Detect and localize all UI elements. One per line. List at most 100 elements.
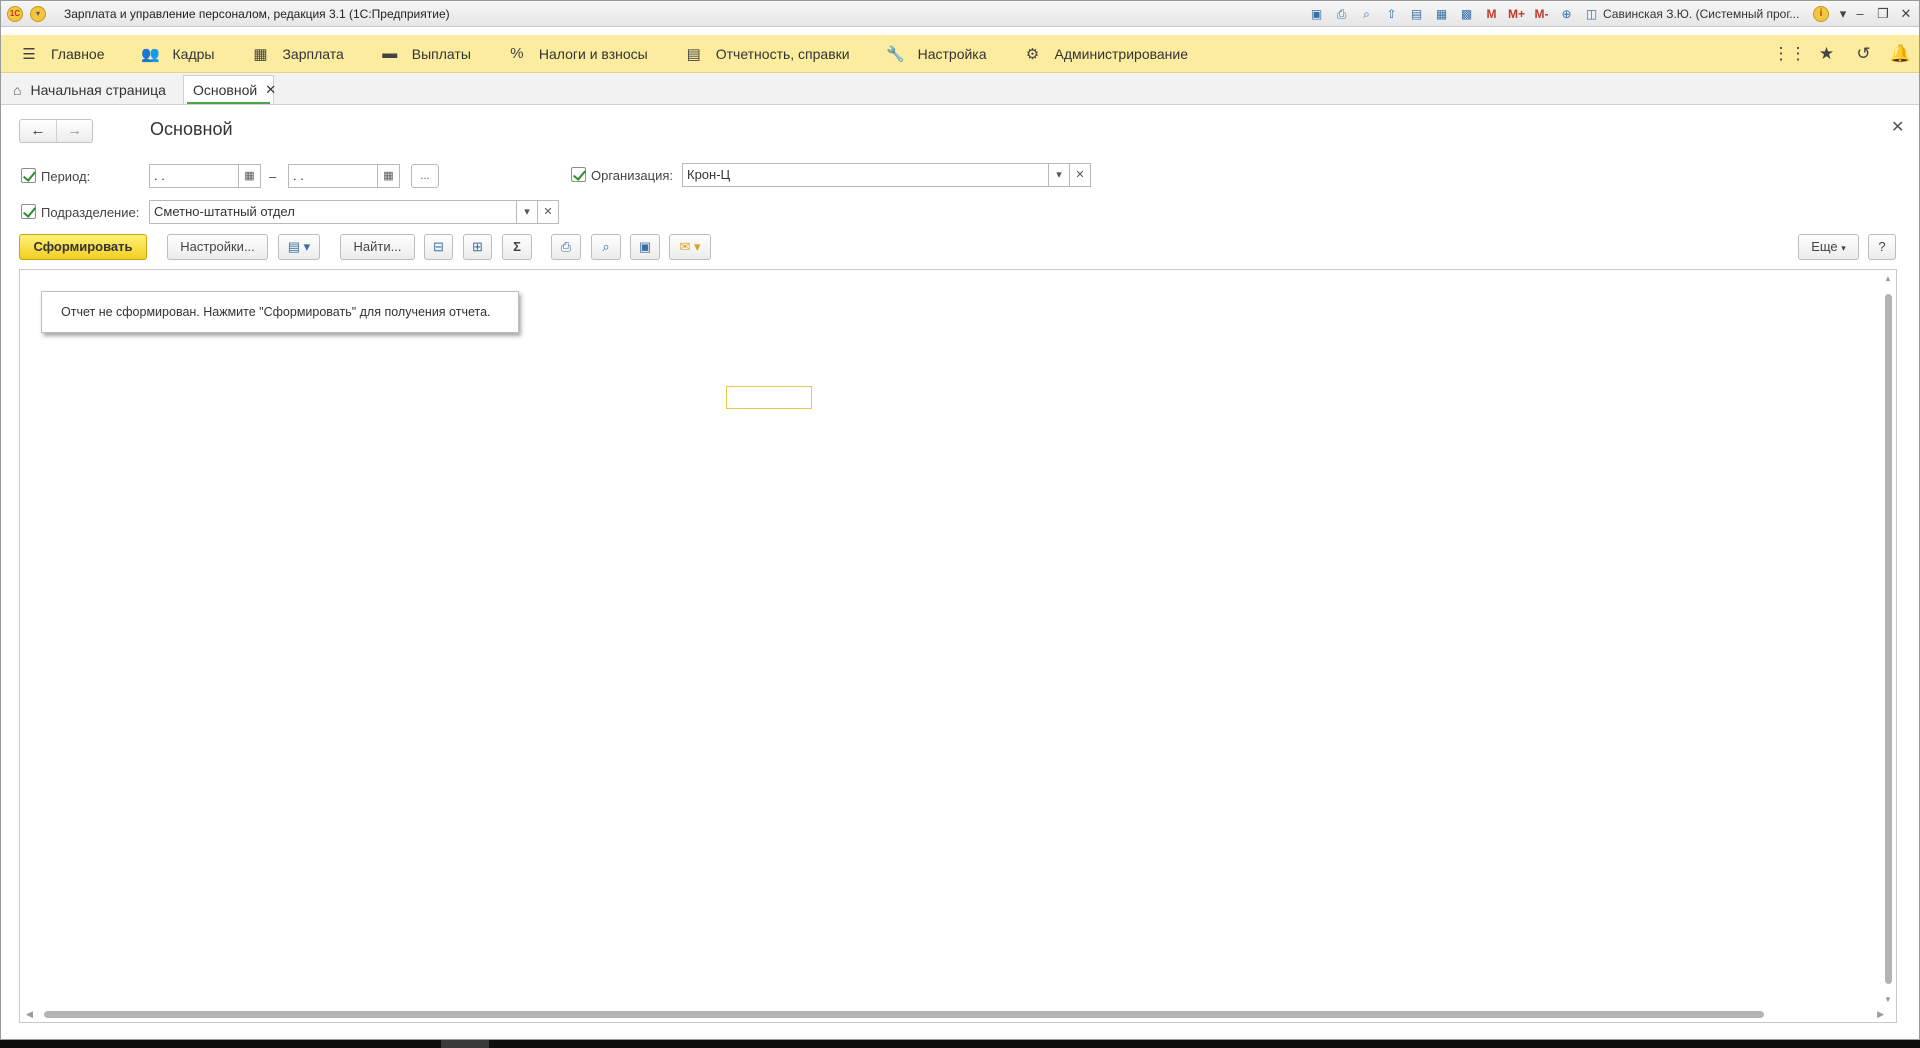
people-icon: 👥 [141,45,160,63]
save-icon[interactable]: ▣ [1304,5,1329,23]
app-menu-icon[interactable]: ▾ [30,6,46,22]
panels-icon[interactable]: ◫ [1579,5,1604,23]
envelope-icon: ✉ ▾ [679,239,701,254]
department-label: Подразделение: [41,205,140,220]
close-window-button[interactable]: ✕ [1896,5,1916,23]
forward-arrow-icon[interactable]: → [56,120,92,142]
app-window: 1С ▾ Зарплата и управление персоналом, р… [0,0,1920,1040]
menu-item-payments[interactable]: ▬ Выплаты [362,35,489,73]
menu-item-taxes[interactable]: % Налоги и взносы [489,35,666,73]
tab-home[interactable]: ⌂ Начальная страница [13,75,166,104]
period-dash: – [269,169,277,184]
more-button[interactable]: Еще ▾ [1798,234,1859,260]
app-logo-icon[interactable]: 1С [7,6,23,22]
find-button[interactable]: Найти... [340,234,415,260]
current-user[interactable]: Савинская З.Ю. (Системный прог... [1603,7,1799,21]
organization-dropdown-icon[interactable]: ▾ [1048,163,1070,187]
calendar-from-icon[interactable]: ▦ [238,164,261,188]
maximize-button[interactable]: ❐ [1873,5,1893,23]
horizontal-scrollbar[interactable]: ◀ ▶ [26,1008,1884,1020]
organization-field[interactable]: Крон-Ц [682,163,1049,187]
page-title: Основной [150,119,233,139]
memory-minus-button[interactable]: M- [1529,5,1554,23]
taskbar-active-app[interactable] [441,1040,489,1048]
apps-grid-icon[interactable]: ⋮⋮ [1771,44,1808,64]
department-dropdown-icon[interactable]: ▾ [516,200,538,224]
vertical-scrollbar[interactable]: ▲ ▼ [1882,274,1894,1004]
os-taskbar [0,1040,1920,1048]
home-icon: ⌂ [13,81,22,98]
period-from-field[interactable]: . . [149,164,239,188]
horizontal-scroll-thumb[interactable] [44,1011,1764,1018]
period-to-field[interactable]: . . [288,164,378,188]
active-cell[interactable] [726,386,812,409]
chevron-down-icon: ▾ [1841,243,1846,253]
send-email-button[interactable]: ✉ ▾ [669,234,711,260]
collapse-groups-button[interactable]: ⊟ [424,234,453,260]
scroll-down-icon[interactable]: ▼ [1884,995,1892,1004]
department-checkbox[interactable] [21,204,36,219]
scroll-up-icon[interactable]: ▲ [1884,274,1892,283]
period-label: Период: [41,169,91,184]
expand-icon: ⊞ [472,239,483,254]
doc-icon[interactable]: ▤ [1404,5,1429,23]
sum-button[interactable]: Σ [502,234,532,260]
minimize-button[interactable]: – [1850,5,1870,23]
vertical-scroll-thumb[interactable] [1885,294,1892,984]
info-icon[interactable]: i [1813,6,1829,22]
preview-icon: ⌕ [602,239,610,254]
notifications-bell-icon[interactable]: 🔔 [1882,44,1919,64]
organization-clear-icon[interactable]: ✕ [1069,163,1091,187]
period-checkbox[interactable] [21,168,36,183]
history-icon[interactable]: ↺ [1845,44,1882,64]
help-button[interactable]: ? [1868,234,1896,260]
sigma-icon: Σ [513,239,521,254]
menu-item-main[interactable]: ☰ Главное [1,35,123,73]
report-not-generated-notice: Отчет не сформирован. Нажмите "Сформиров… [41,291,519,333]
calendar-icon[interactable]: ▩ [1454,5,1479,23]
preview-icon[interactable]: ⌕ [1354,5,1379,23]
tab-main[interactable]: Основной ✕ [183,75,276,104]
report-spreadsheet[interactable]: Отчет не сформирован. Нажмите "Сформиров… [19,269,1897,1023]
title-toolbar: ▣ ⎙ ⌕ ⇧ ▤ ▦ ▩ M M+ M- ⊕ ◫ [1304,5,1604,23]
title-bar: 1С ▾ Зарплата и управление персоналом, р… [1,1,1919,27]
department-field[interactable]: Сметно-штатный отдел [149,200,517,224]
settings-button[interactable]: Настройки... [167,234,268,260]
tab-close-icon[interactable]: ✕ [265,82,276,98]
menu-item-settings[interactable]: 🔧 Настройка [868,35,1005,73]
tab-bar: ⌂ Начальная страница Основной ✕ [1,73,1919,105]
menu-item-admin[interactable]: ⚙ Администрирование [1005,35,1207,73]
period-select-button[interactable]: ... [411,164,439,188]
zoom-icon[interactable]: ⊕ [1554,5,1579,23]
scroll-left-icon[interactable]: ◀ [26,1009,33,1020]
scroll-right-icon[interactable]: ▶ [1877,1009,1884,1020]
memory-m-button[interactable]: M [1479,5,1504,23]
preview-button[interactable]: ⌕ [591,234,621,260]
form-close-icon[interactable]: ✕ [1891,117,1904,137]
gear-icon: ⚙ [1025,45,1040,63]
save-button[interactable]: ▣ [630,234,660,260]
table-icon[interactable]: ▦ [1429,5,1454,23]
print-icon[interactable]: ⎙ [1329,5,1354,23]
favorites-star-icon[interactable]: ★ [1808,44,1845,64]
menu-right-tools: ⋮⋮ ★ ↺ 🔔 [1771,35,1919,73]
variants-button[interactable]: ▤ ▾ [278,234,320,260]
department-clear-icon[interactable]: ✕ [537,200,559,224]
wrench-icon: 🔧 [886,45,905,63]
menu-item-salary[interactable]: ▦ Зарплата [232,35,361,73]
expand-groups-button[interactable]: ⊞ [463,234,492,260]
upload-icon[interactable]: ⇧ [1379,5,1404,23]
nav-buttons: ← → [19,119,93,143]
organization-checkbox[interactable] [571,167,586,182]
menu-item-hr[interactable]: 👥 Кадры [123,35,233,73]
print-button[interactable]: ⎙ [551,234,581,260]
menu-item-reports[interactable]: ▤ Отчетность, справки [666,35,868,73]
back-arrow-icon[interactable]: ← [20,120,56,142]
memory-plus-button[interactable]: M+ [1504,5,1529,23]
calendar-to-icon[interactable]: ▦ [377,164,400,188]
wallet-icon: ▬ [382,45,398,62]
percent-icon: % [510,45,524,62]
generate-button[interactable]: Сформировать [19,234,147,260]
window-title: Зарплата и управление персоналом, редакц… [64,7,450,21]
reports-icon: ▤ [686,45,701,63]
